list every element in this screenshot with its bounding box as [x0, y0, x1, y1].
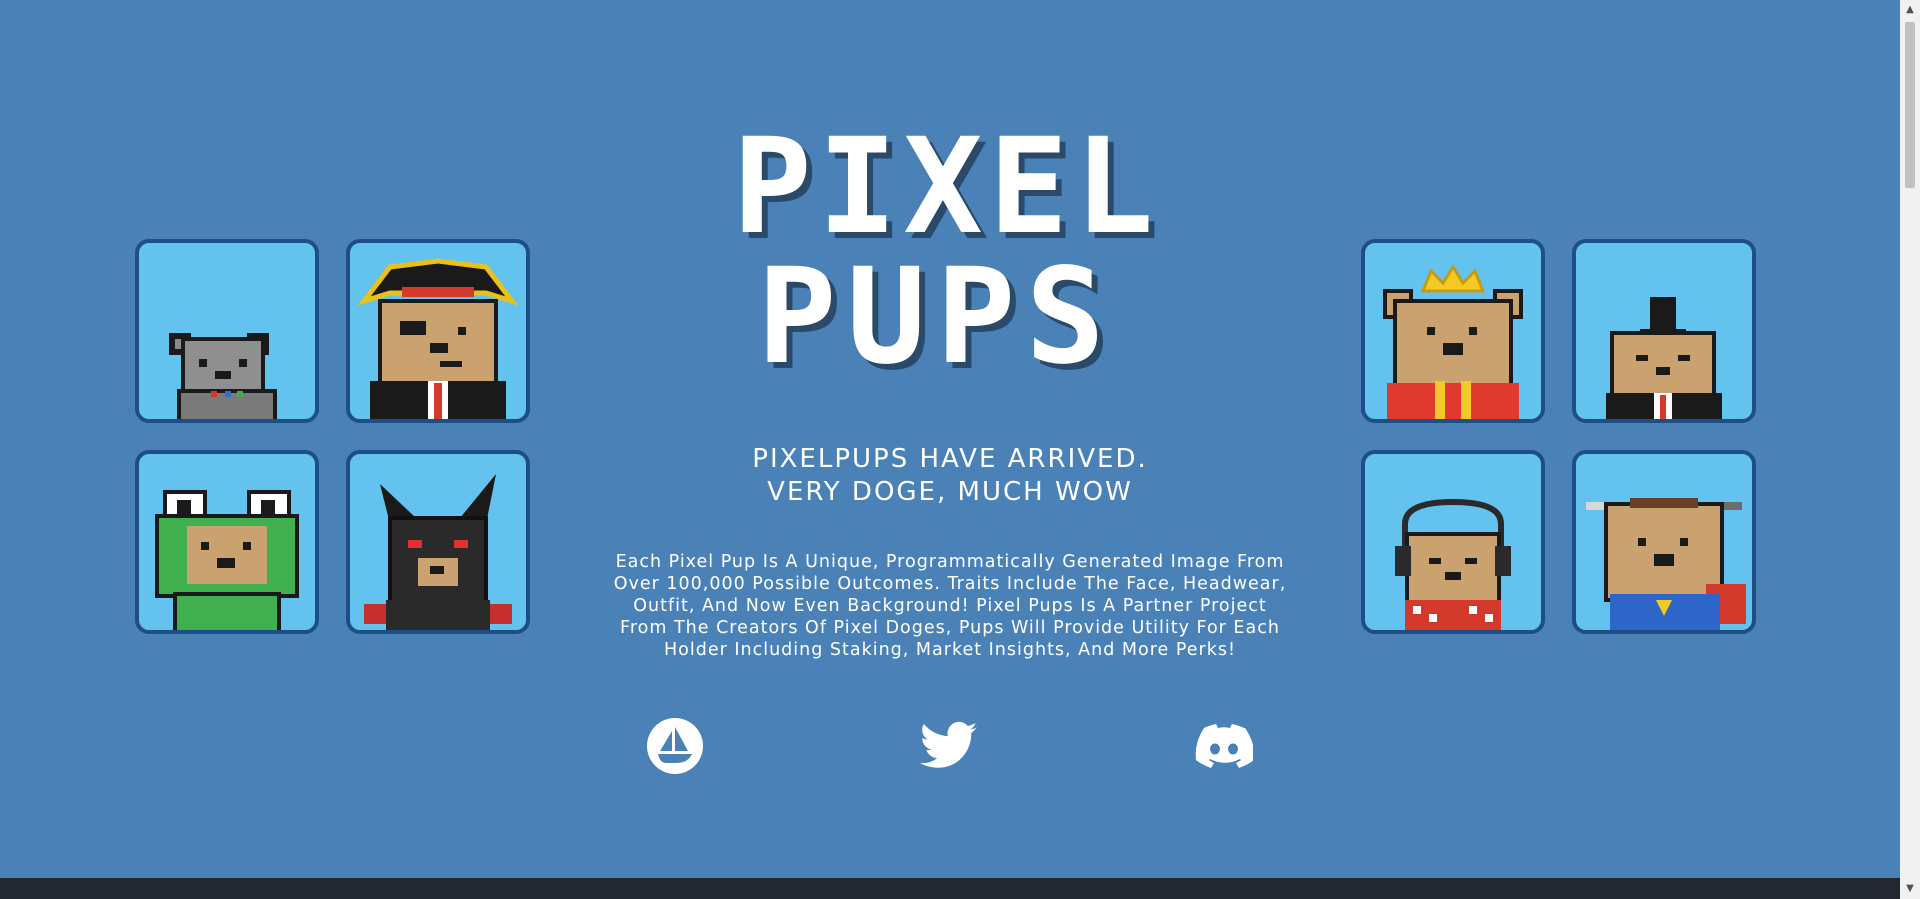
hero-tagline: PIXELPUPS HAVE ARRIVED. VERY DOGE, MUCH … — [650, 443, 1250, 509]
pixel-pups-logo: PIXEL PIXEL PUPS PUPS — [732, 120, 1159, 380]
pup-card-headphones — [1361, 450, 1545, 634]
twitter-link[interactable] — [919, 716, 979, 776]
pup-card-demon — [346, 450, 530, 634]
twitter-icon — [920, 721, 978, 768]
page-scrollbar[interactable]: ▲ ▼ — [1900, 0, 1920, 899]
discord-icon — [1195, 724, 1253, 768]
pup-pirate-image — [357, 258, 519, 419]
landing-page: PIXEL PIXEL PUPS PUPS PIXELPUPS HAVE ARR… — [0, 0, 1900, 878]
opensea-icon — [647, 718, 703, 774]
pup-card-tophat — [1572, 239, 1756, 423]
tagline-line-1: PIXELPUPS HAVE ARRIVED. — [752, 444, 1148, 474]
pup-card-frog — [135, 450, 319, 634]
pup-gray-image — [169, 333, 277, 419]
pup-headphones-image — [1395, 498, 1511, 630]
pup-card-gray — [135, 239, 319, 423]
tagline-line-2: VERY DOGE, MUCH WOW — [767, 477, 1133, 507]
scroll-down-arrow-icon[interactable]: ▼ — [1900, 879, 1920, 899]
pup-frog-image — [155, 490, 299, 630]
pup-card-pirate — [346, 239, 530, 423]
scroll-up-arrow-icon[interactable]: ▲ — [1900, 0, 1920, 20]
scrollbar-thumb[interactable] — [1905, 22, 1915, 188]
pup-demon-image — [364, 474, 512, 630]
footer-bar — [0, 878, 1900, 899]
pup-king-image — [1383, 264, 1523, 419]
pup-super-image — [1586, 498, 1746, 630]
project-description: Each Pixel Pup Is A Unique, Programmatic… — [613, 552, 1287, 660]
pup-tophat-image — [1606, 297, 1722, 419]
discord-link[interactable] — [1194, 716, 1254, 776]
pup-card-super — [1572, 450, 1756, 634]
pup-card-king — [1361, 239, 1545, 423]
svg-text:PUPS: PUPS — [757, 240, 1115, 380]
opensea-link[interactable] — [645, 716, 705, 776]
